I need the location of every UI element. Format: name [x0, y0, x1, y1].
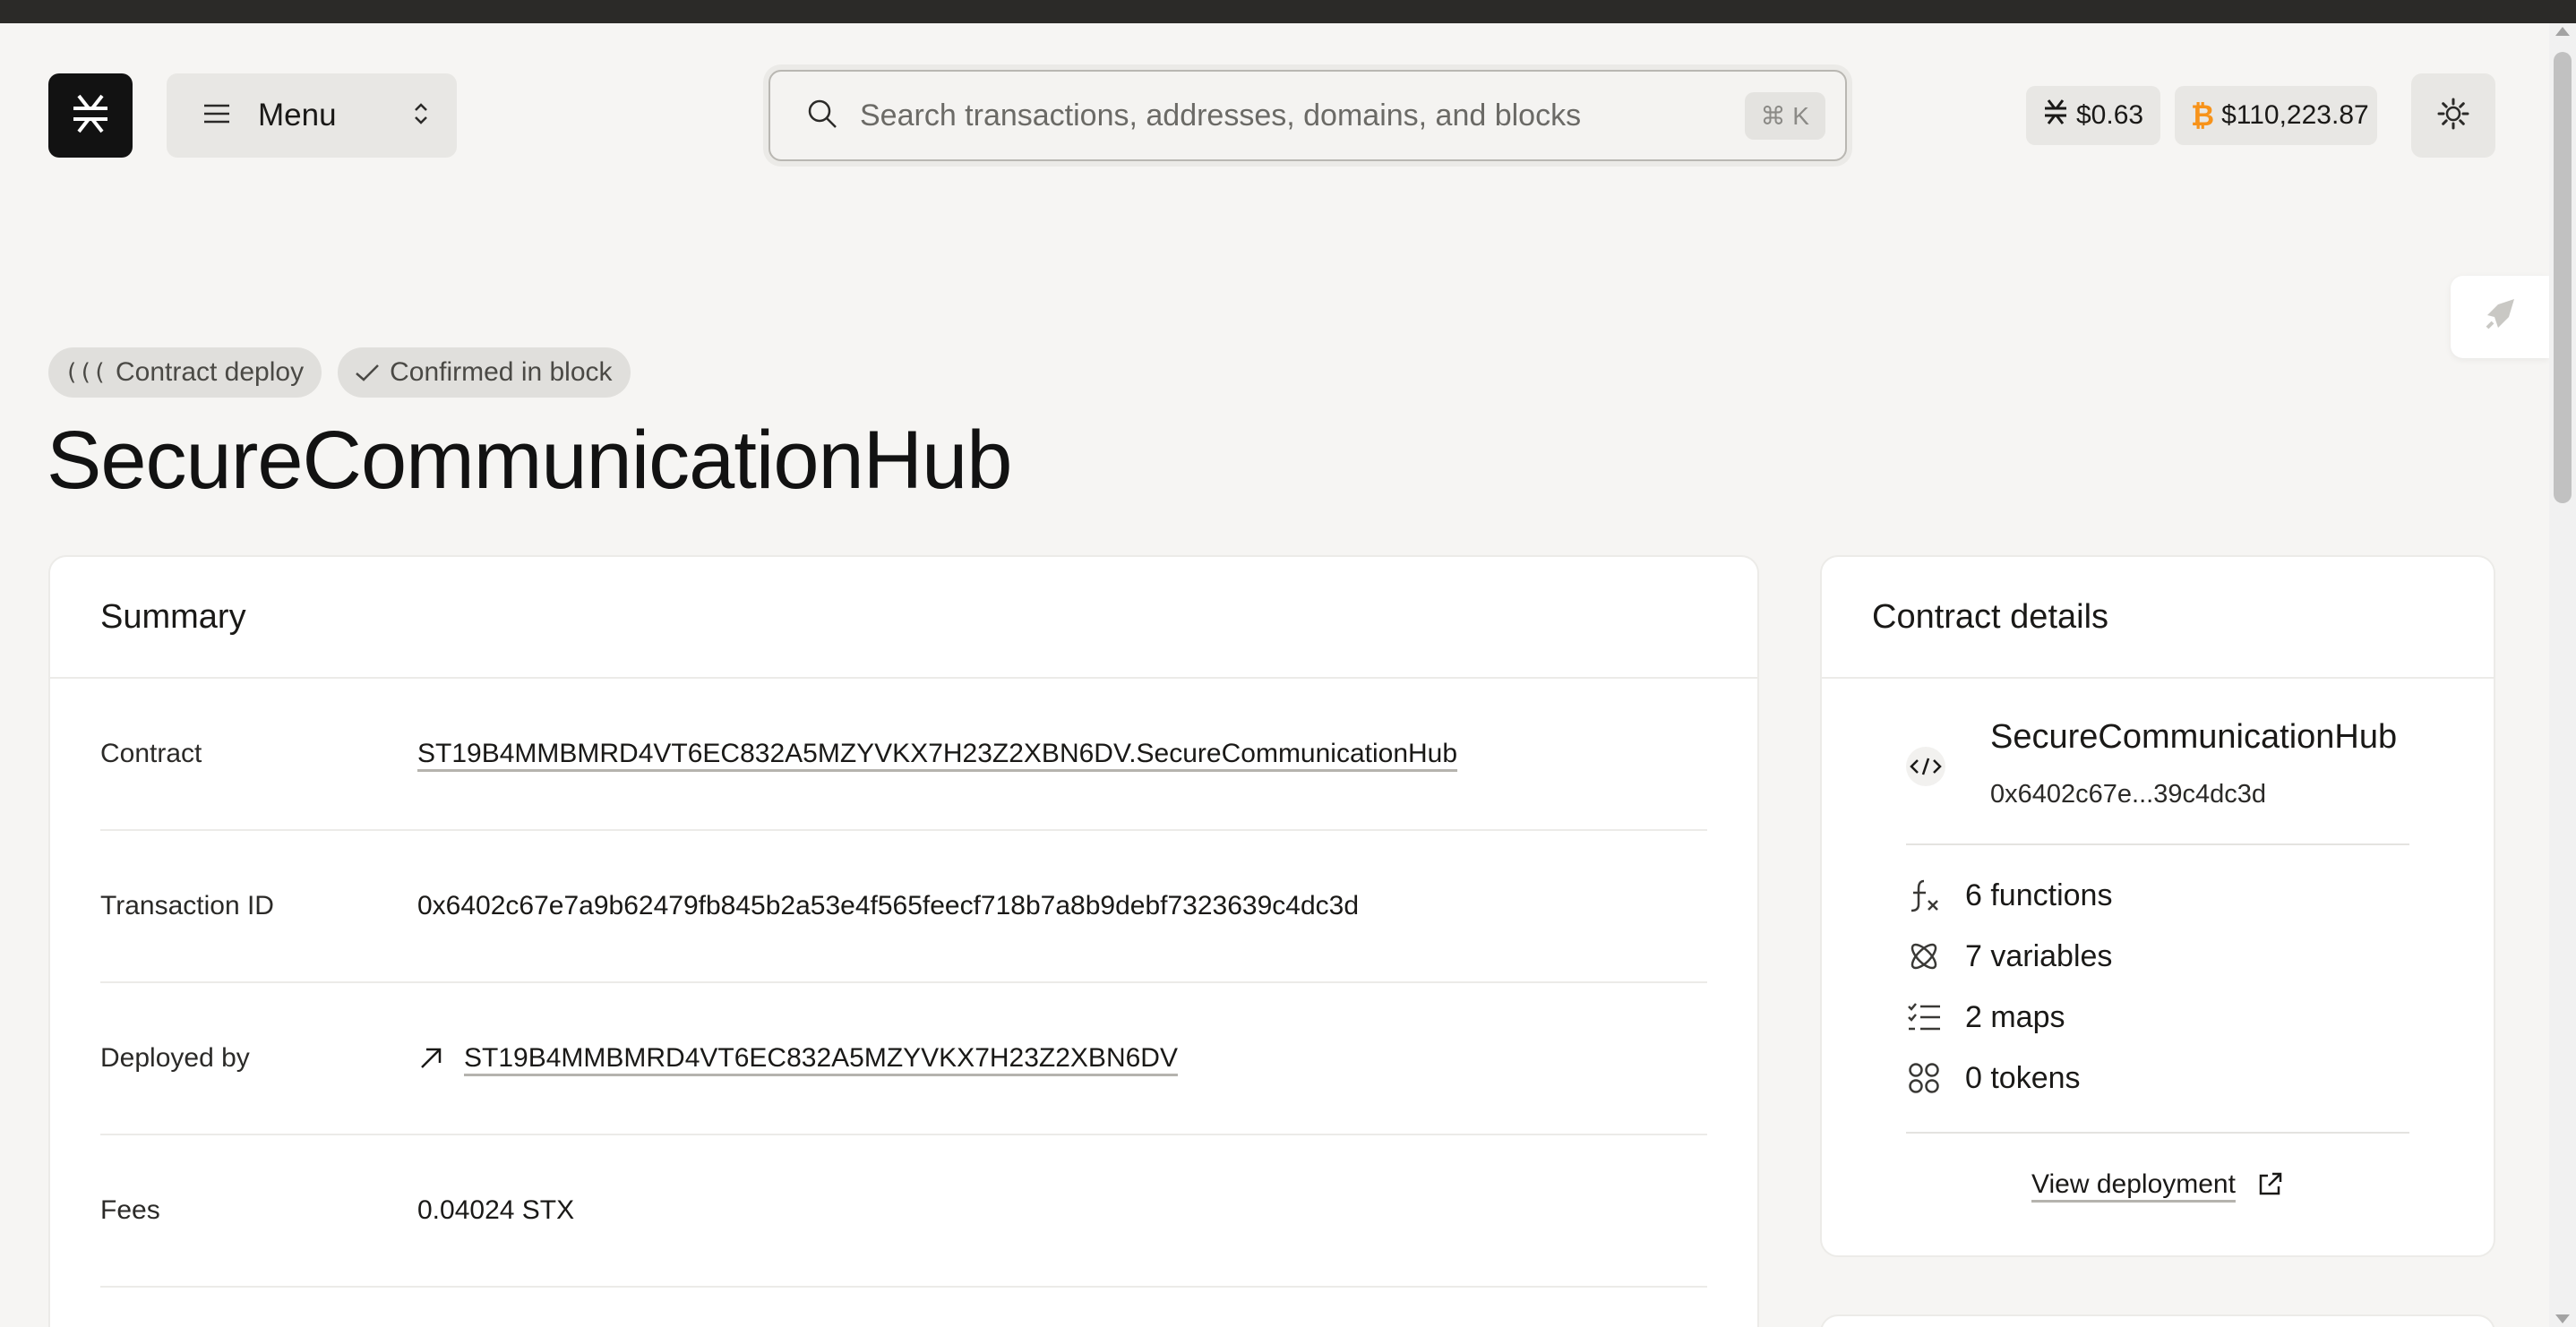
summary-row-transaction-id: Transaction ID 0x6402c67e7a9b62479fb845b… — [100, 831, 1707, 983]
summary-row-fees: Fees 0.04024 STX — [100, 1135, 1707, 1288]
arrow-up-right-icon — [417, 1045, 444, 1072]
row-label: Contract — [100, 739, 202, 768]
contract-details-card: Contract details SecureCommunicationHub … — [1820, 555, 2495, 1257]
next-card — [1820, 1314, 2495, 1327]
hamburger-icon — [202, 102, 231, 130]
stacks-logo-icon — [70, 93, 111, 139]
contract-link[interactable]: ST19B4MMBMRD4VT6EC832A5MZYVKX7H23Z2XBN6D… — [417, 739, 1457, 769]
divider — [1906, 1132, 2409, 1134]
search-bar[interactable]: Search transactions, addresses, domains,… — [769, 70, 1847, 161]
scroll-thumb[interactable] — [2554, 52, 2572, 503]
stat-functions-label: 6 functions — [1965, 878, 2113, 912]
settings-button[interactable] — [2411, 73, 2495, 158]
rocket-icon — [2478, 294, 2521, 341]
stat-variables-label: 7 variables — [1965, 938, 2113, 973]
token-icon — [1906, 1060, 1942, 1096]
transaction-id-value: 0x6402c67e7a9b62479fb845b2a53e4f565feecf… — [417, 891, 1360, 920]
view-deployment-link[interactable]: View deployment — [1822, 1169, 2494, 1200]
confirmed-badge: Confirmed in block — [338, 347, 631, 398]
contract-icon: ((( — [64, 359, 107, 386]
deployer-link[interactable]: ST19B4MMBMRD4VT6EC832A5MZYVKX7H23Z2XBN6D… — [464, 1043, 1178, 1074]
contract-details-title: Contract details — [1822, 557, 2494, 679]
fees-value: 0.04024 STX — [417, 1195, 575, 1225]
map-list-icon — [1906, 999, 1942, 1035]
check-icon — [354, 362, 381, 383]
view-deployment-label[interactable]: View deployment — [2031, 1169, 2236, 1200]
code-icon — [1906, 747, 1945, 786]
stat-tokens-label: 0 tokens — [1965, 1060, 2081, 1095]
row-label: Fees — [100, 1195, 160, 1225]
stat-tokens: 0 tokens — [1906, 1048, 2409, 1109]
contract-hash: 0x6402c67e...39c4dc3d — [1990, 780, 2266, 809]
gear-icon — [2436, 97, 2470, 135]
function-icon — [1906, 878, 1942, 913]
stx-icon — [2042, 98, 2069, 133]
row-label: Deployed by — [100, 1043, 250, 1073]
stat-maps-label: 2 maps — [1965, 999, 2065, 1034]
menu-label: Menu — [258, 98, 337, 133]
search-icon — [806, 98, 838, 134]
menu-button[interactable]: Menu — [167, 73, 457, 158]
search-input[interactable]: Search transactions, addresses, domains,… — [860, 98, 1745, 133]
transaction-badges: ((( Contract deploy Confirmed in block — [48, 347, 631, 398]
floating-action-tab[interactable] — [2451, 276, 2549, 358]
stat-functions: 6 functions — [1906, 865, 2409, 926]
row-label: Transaction ID — [100, 891, 274, 920]
scroll-up-arrow[interactable] — [2555, 27, 2570, 36]
chevron-updown-icon — [412, 100, 430, 132]
btc-price-chip[interactable]: ₿ $110,223.87 — [2175, 86, 2377, 145]
bitcoin-icon: ₿ — [2191, 98, 2215, 133]
summary-row-contract: Contract ST19B4MMBMRD4VT6EC832A5MZYVKX7H… — [100, 679, 1707, 831]
stat-maps: 2 maps — [1906, 987, 2409, 1048]
deployer-link-wrapper[interactable]: ST19B4MMBMRD4VT6EC832A5MZYVKX7H23Z2XBN6D… — [417, 1043, 1178, 1074]
btc-price-value: $110,223.87 — [2221, 100, 2369, 130]
contract-name: SecureCommunicationHub — [1990, 718, 2398, 756]
stat-variables: 7 variables — [1906, 926, 2409, 987]
summary-title: Summary — [50, 557, 1757, 679]
external-link-icon — [2255, 1170, 2284, 1199]
search-shortcut-hint: ⌘ K — [1744, 91, 1825, 140]
variable-icon — [1906, 938, 1942, 974]
badge-type-label: Contract deploy — [115, 357, 305, 387]
contract-deploy-badge: ((( Contract deploy — [48, 347, 322, 398]
page-scrollbar[interactable] — [2549, 23, 2576, 1327]
stx-price-value: $0.63 — [2076, 100, 2144, 130]
browser-top-strip — [0, 0, 2576, 23]
stacks-logo[interactable] — [48, 73, 133, 158]
stx-price-chip[interactable]: $0.63 — [2026, 86, 2160, 145]
page-title: SecureCommunicationHub — [47, 415, 1012, 506]
summary-card: Summary Contract ST19B4MMBMRD4VT6EC832A5… — [48, 555, 1759, 1327]
scroll-down-arrow[interactable] — [2555, 1314, 2570, 1323]
badge-status-label: Confirmed in block — [390, 357, 613, 387]
summary-row-deployed-by: Deployed by ST19B4MMBMRD4VT6EC832A5MZYVK… — [100, 983, 1707, 1135]
